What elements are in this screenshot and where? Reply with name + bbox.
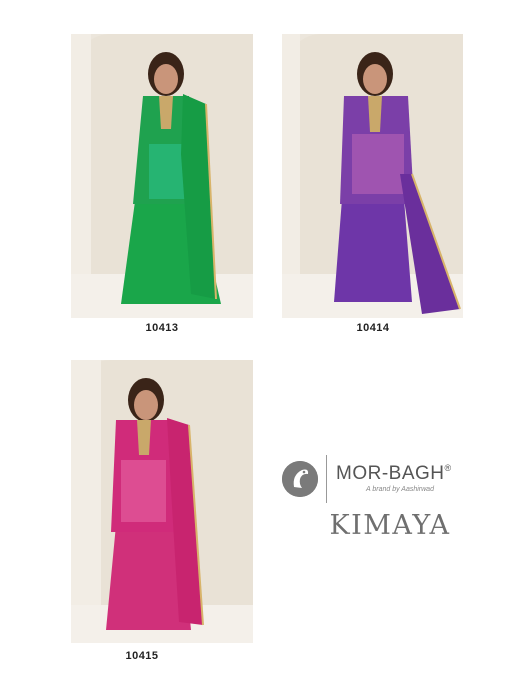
registered-mark: ® (444, 463, 452, 473)
product-code-10414: 10414 (356, 322, 390, 334)
brand-divider (326, 455, 327, 503)
brand-block: MOR-BAGH® A brand by Aashirwad (282, 455, 492, 505)
model-purple-outfit-image (282, 34, 463, 318)
brand-tagline: A brand by Aashirwad (366, 486, 434, 493)
collection-name: KIMAYA (329, 510, 451, 541)
model-green-outfit-image (71, 34, 253, 318)
peacock-icon (282, 461, 318, 497)
model-pink-outfit-image (71, 360, 253, 643)
product-photo-10415 (71, 360, 253, 643)
product-code-10413: 10413 (145, 322, 179, 334)
brand-name-text: MOR-BAGH (336, 463, 445, 484)
product-code-10415: 10415 (125, 650, 159, 662)
brand-name: MOR-BAGH® (336, 463, 452, 485)
product-photo-10414 (282, 34, 463, 318)
product-photo-10413 (71, 34, 253, 318)
